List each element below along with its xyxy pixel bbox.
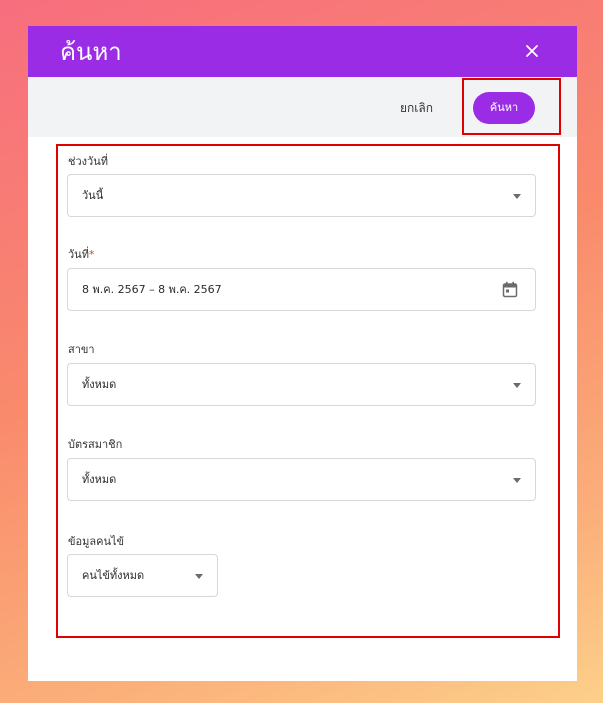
member-card-value: ทั้งหมด [82, 473, 117, 486]
calendar-icon[interactable] [502, 281, 518, 298]
close-button[interactable] [519, 38, 545, 64]
patient-info-select[interactable]: คนไข้ทั้งหมด [67, 554, 218, 597]
member-card-select[interactable]: ทั้งหมด [67, 458, 536, 501]
chevron-down-icon [513, 194, 521, 199]
required-mark: * [88, 248, 95, 261]
close-icon [526, 45, 538, 57]
branch-label: สาขา [68, 343, 95, 356]
search-button[interactable]: ค้นหา [473, 92, 535, 124]
date-label-text: วันที่ [68, 248, 89, 261]
date-range-value: วันนี้ [82, 189, 104, 202]
branch-value: ทั้งหมด [82, 378, 117, 391]
date-range-picker[interactable]: 8 พ.ค. 2567 – 8 พ.ค. 2567 [67, 268, 536, 311]
dialog-title: ค้นหา [60, 38, 122, 66]
patient-info-value: คนไข้ทั้งหมด [82, 569, 145, 582]
search-dialog: ค้นหา ยกเลิก ค้นหา ช่วงวันที่ วันนี้ วัน… [28, 26, 577, 681]
action-bar: ยกเลิก ค้นหา [28, 77, 577, 137]
chevron-down-icon [195, 574, 203, 579]
member-card-label: บัตรสมาชิก [68, 438, 123, 451]
date-label: วันที่* [68, 248, 94, 262]
branch-select[interactable]: ทั้งหมด [67, 363, 536, 406]
patient-info-label: ข้อมูลคนไข้ [68, 535, 125, 548]
date-range-label: ช่วงวันที่ [68, 155, 108, 168]
date-range-select[interactable]: วันนี้ [67, 174, 536, 217]
chevron-down-icon [513, 478, 521, 483]
dialog-header: ค้นหา [28, 26, 577, 77]
cancel-button[interactable]: ยกเลิก [400, 99, 433, 117]
date-value: 8 พ.ค. 2567 – 8 พ.ค. 2567 [82, 283, 222, 296]
chevron-down-icon [513, 383, 521, 388]
